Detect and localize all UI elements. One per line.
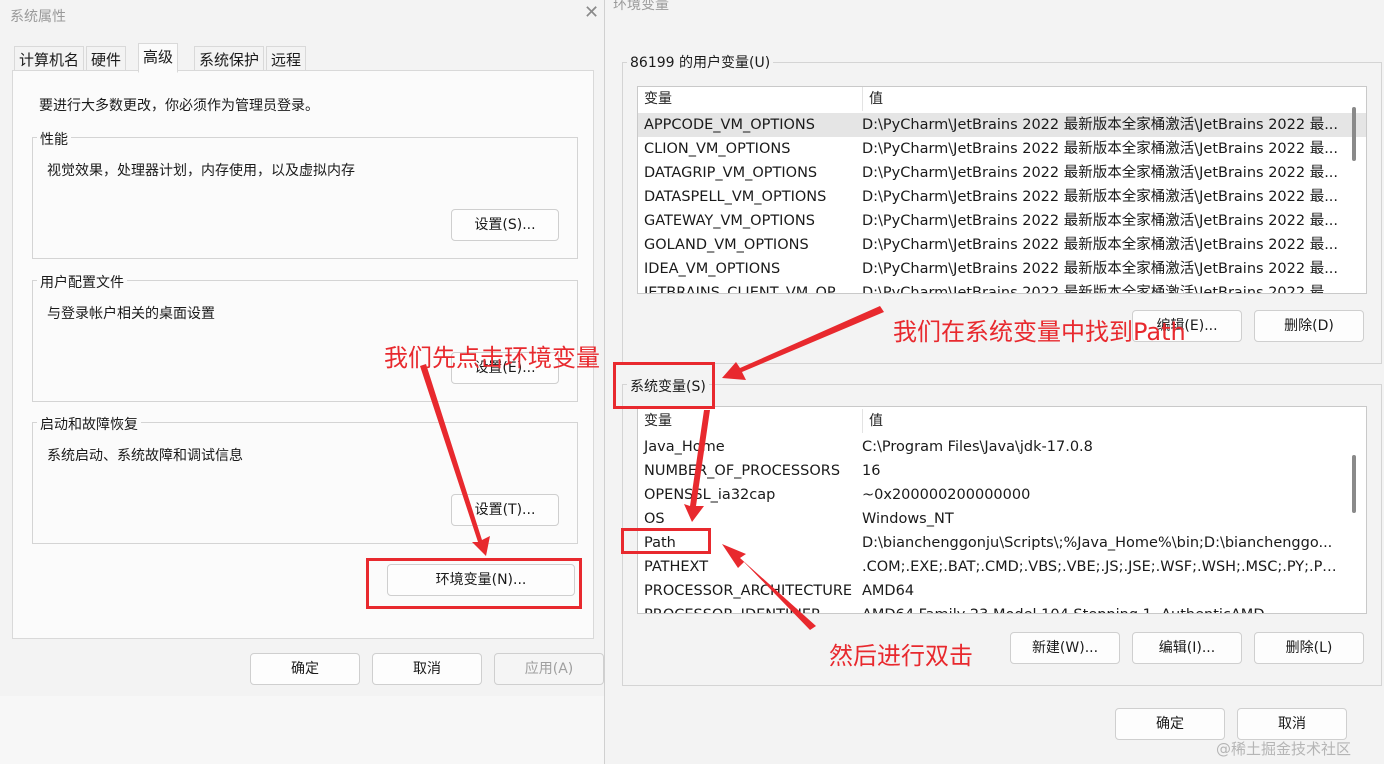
arrow-from-double-click [722,544,816,630]
arrow-to-system-label [722,306,884,380]
tab-advanced[interactable]: 高级 [138,43,179,73]
arrow-to-path-row [684,410,710,522]
highlight-path-row [621,528,711,554]
highlight-system-label [613,362,715,409]
highlight-env-button [366,558,582,609]
annotation-double-click: 然后进行双击 [829,642,973,670]
annotation-find-path: 我们在系统变量中找到Path [893,318,1186,346]
arrow-to-env-button [420,364,490,556]
annotation-click-env: 我们先点击环境变量 [384,344,600,372]
watermark: @稀土掘金技术社区 [1216,740,1352,758]
